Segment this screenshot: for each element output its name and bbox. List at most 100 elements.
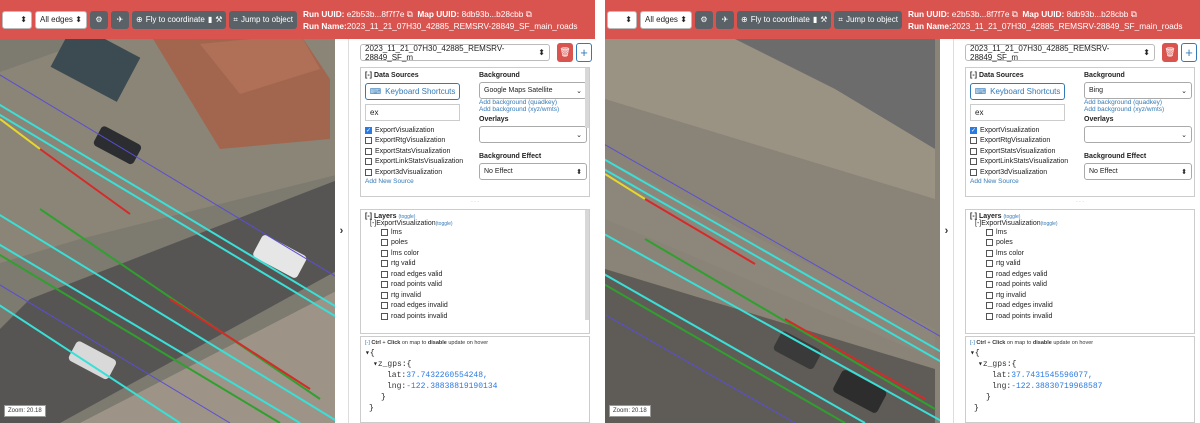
- run-select[interactable]: 2023_11_21_07H30_42885_REMSRV-28849_SF_m…: [360, 44, 550, 62]
- layer-group[interactable]: [-]ExportVisualization(toggle): [970, 220, 1190, 227]
- checkbox[interactable]: [365, 137, 372, 145]
- checkbox[interactable]: [986, 302, 993, 310]
- overlays-select[interactable]: ⌄: [1084, 126, 1192, 143]
- checkbox[interactable]: [970, 137, 977, 145]
- plane-button[interactable]: ✈: [111, 10, 129, 29]
- checkbox[interactable]: [986, 239, 993, 247]
- fly-to-coordinate-button[interactable]: ⊕ Fly to coordinate ▮ ⚒: [737, 10, 832, 29]
- source-item[interactable]: ✓ ExportVisualization: [970, 125, 1080, 136]
- source-item[interactable]: ExportStatsVisualization: [970, 146, 1080, 157]
- fly-to-coordinate-button[interactable]: ⊕ Fly to coordinate ▮ ⚒: [132, 10, 227, 29]
- map-canvas[interactable]: [0, 39, 335, 423]
- group-toggle-link[interactable]: (toggle): [1041, 221, 1058, 227]
- checkbox[interactable]: [970, 168, 977, 176]
- checkbox[interactable]: [381, 239, 388, 247]
- add-background-xyz-link[interactable]: Add background (xyz/wmts): [1084, 106, 1192, 113]
- layer-item[interactable]: poles: [986, 238, 1190, 249]
- data-sources-header[interactable]: [-] Data Sources: [970, 72, 1080, 79]
- add-run-button[interactable]: +: [1181, 43, 1197, 62]
- add-run-button[interactable]: +: [576, 43, 592, 62]
- keyboard-shortcuts-button[interactable]: ⌨ Keyboard Shortcuts: [970, 83, 1065, 100]
- layer-item[interactable]: lms color: [986, 248, 1190, 259]
- run-select[interactable]: 2023_11_21_07H30_42885_REMSRV-28849_SF_m…: [965, 44, 1155, 62]
- source-filter-input[interactable]: ex: [970, 104, 1065, 121]
- copy-icon[interactable]: ⧉: [407, 9, 413, 19]
- delete-run-button[interactable]: 🗑: [1162, 43, 1178, 62]
- map-uuid-value[interactable]: 8db93b...b28cbb: [1067, 9, 1129, 19]
- overlays-select[interactable]: ⌄: [479, 126, 587, 143]
- scrollbar[interactable]: [585, 68, 589, 128]
- layer-group[interactable]: [-]ExportVisualization(toggle): [365, 220, 585, 227]
- checkbox-checked[interactable]: ✓: [365, 126, 372, 134]
- background-effect-select[interactable]: No Effect ⬍: [479, 163, 587, 180]
- layer-item[interactable]: lms: [381, 227, 585, 238]
- layer-item[interactable]: rtg valid: [381, 259, 585, 270]
- copy-icon[interactable]: ⧉: [1131, 9, 1137, 19]
- layer-item[interactable]: lms: [986, 227, 1190, 238]
- delete-run-button[interactable]: 🗑: [557, 43, 573, 62]
- add-new-source-link[interactable]: Add New Source: [970, 178, 1080, 185]
- add-background-xyz-link[interactable]: Add background (xyz/wmts): [479, 106, 587, 113]
- checkbox[interactable]: [986, 270, 993, 278]
- source-item[interactable]: ExportStatsVisualization: [365, 146, 475, 157]
- checkbox[interactable]: [986, 312, 993, 320]
- jump-to-object-button[interactable]: ⌗ Jump to object: [229, 10, 297, 29]
- map-uuid-value[interactable]: 8db93b...b28cbb: [462, 9, 524, 19]
- layer-item[interactable]: road edges invalid: [381, 301, 585, 312]
- checkbox[interactable]: [381, 260, 388, 268]
- checkbox[interactable]: [986, 260, 993, 268]
- layer-item[interactable]: road edges valid: [381, 269, 585, 280]
- map-canvas[interactable]: [605, 39, 940, 423]
- source-item[interactable]: ExportRtgVisualization: [970, 136, 1080, 147]
- checkbox[interactable]: [986, 228, 993, 236]
- jump-to-object-button[interactable]: ⌗ Jump to object: [834, 10, 902, 29]
- run-uuid-value[interactable]: e2b53b...8f7f7e: [952, 9, 1010, 19]
- edges-select[interactable]: All edges ⬍: [640, 10, 692, 29]
- checkbox-checked[interactable]: ✓: [970, 126, 977, 134]
- settings-button[interactable]: ⚙: [90, 10, 108, 29]
- collapse-panel-button[interactable]: ›: [335, 39, 349, 423]
- layer-item[interactable]: rtg invalid: [381, 290, 585, 301]
- copy-icon[interactable]: ⧉: [1012, 9, 1018, 19]
- mode-select[interactable]: ⬍: [607, 10, 637, 29]
- mode-select[interactable]: ⬍: [2, 10, 32, 29]
- checkbox[interactable]: [970, 158, 977, 166]
- layer-item[interactable]: rtg invalid: [986, 290, 1190, 301]
- checkbox[interactable]: [970, 147, 977, 155]
- layer-item[interactable]: road points invalid: [381, 311, 585, 322]
- satellite-map[interactable]: Zoom: 20.18: [0, 39, 335, 423]
- checkbox[interactable]: [381, 228, 388, 236]
- source-item[interactable]: ExportRtgVisualization: [365, 136, 475, 147]
- add-background-quadkey-link[interactable]: Add background (quadkey): [1084, 99, 1192, 106]
- layer-item[interactable]: poles: [381, 238, 585, 249]
- source-filter-input[interactable]: ex: [365, 104, 460, 121]
- checkbox[interactable]: [365, 158, 372, 166]
- group-toggle-link[interactable]: (toggle): [436, 221, 453, 227]
- source-item[interactable]: ExportLinkStatsVisualization: [970, 157, 1080, 168]
- background-effect-select[interactable]: No Effect ⬍: [1084, 163, 1192, 180]
- checkbox[interactable]: [986, 281, 993, 289]
- source-item[interactable]: ExportLinkStatsVisualization: [365, 157, 475, 168]
- checkbox[interactable]: [365, 168, 372, 176]
- background-select[interactable]: Bing ⌄: [1084, 82, 1192, 99]
- layer-item[interactable]: lms color: [381, 248, 585, 259]
- layers-header[interactable]: [-] Layers (toggle): [970, 213, 1190, 220]
- layer-item[interactable]: road edges valid: [986, 269, 1190, 280]
- run-uuid-value[interactable]: e2b53b...8f7f7e: [347, 9, 405, 19]
- checkbox[interactable]: [365, 147, 372, 155]
- checkbox[interactable]: [381, 249, 388, 257]
- source-item[interactable]: ✓ ExportVisualization: [365, 125, 475, 136]
- copy-icon[interactable]: ⧉: [526, 9, 532, 19]
- checkbox[interactable]: [381, 291, 388, 299]
- scrollbar[interactable]: [585, 210, 589, 320]
- source-item[interactable]: Export3dVisualization: [365, 167, 475, 178]
- layer-item[interactable]: road points invalid: [986, 311, 1190, 322]
- source-item[interactable]: Export3dVisualization: [970, 167, 1080, 178]
- checkbox[interactable]: [381, 281, 388, 289]
- data-sources-header[interactable]: [-] Data Sources: [365, 72, 475, 79]
- add-background-quadkey-link[interactable]: Add background (quadkey): [479, 99, 587, 106]
- settings-button[interactable]: ⚙: [695, 10, 713, 29]
- keyboard-shortcuts-button[interactable]: ⌨ Keyboard Shortcuts: [365, 83, 460, 100]
- layer-item[interactable]: road points valid: [381, 280, 585, 291]
- add-new-source-link[interactable]: Add New Source: [365, 178, 475, 185]
